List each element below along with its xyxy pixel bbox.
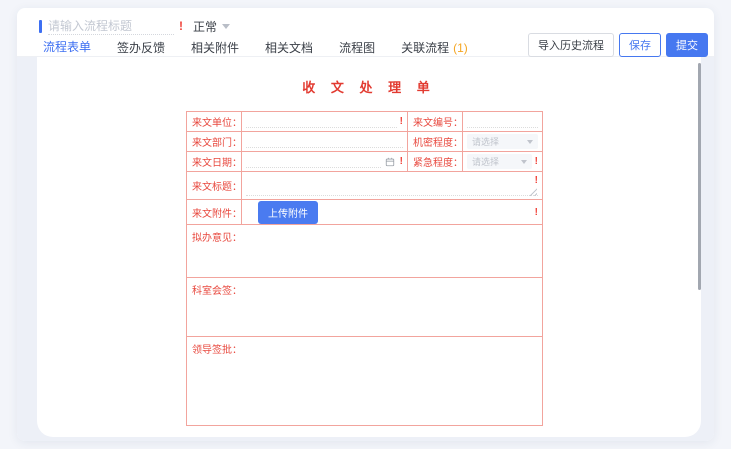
doc-number-input[interactable] (467, 112, 538, 131)
label-office-countersign: 科室会签： (192, 286, 242, 297)
select-placeholder: 请选择 (472, 135, 499, 148)
source-unit-input[interactable]: ! (246, 112, 403, 131)
resize-handle-icon[interactable] (529, 188, 537, 196)
input-underline (246, 195, 538, 196)
import-history-button[interactable]: 导入历史流程 (528, 33, 614, 57)
calendar-icon[interactable] (385, 157, 395, 167)
label-proposed-opinion: 拟办意见： (192, 233, 242, 244)
label-leader-approval: 领导签批： (192, 345, 242, 356)
flow-title-input[interactable] (48, 17, 174, 35)
tab-label: 签办反馈 (117, 39, 165, 56)
table-row: 来文单位： ! 来文编号： (187, 112, 543, 132)
required-mark: ! (535, 175, 538, 186)
doc-title-textarea[interactable]: ! (246, 172, 538, 199)
table-row: 来文日期： ! (187, 152, 543, 172)
select-placeholder: 请选择 (472, 155, 499, 168)
office-countersign-area: 科室会签： (187, 278, 543, 337)
tab-label: 相关附件 (191, 39, 239, 56)
form-title: 收 文 处 理 单 (37, 77, 701, 96)
proposed-opinion-area: 拟办意见： (187, 225, 543, 278)
tab-label: 流程图 (339, 39, 375, 56)
label-source-department: 来文部门： (187, 132, 242, 152)
input-underline (246, 115, 397, 128)
form-scroll-area: 收 文 处 理 单 来文单位： ! 来文编号： (17, 57, 714, 441)
table-row: 科室会签： (187, 278, 543, 337)
input-underline (467, 115, 538, 128)
document-form-table: 来文单位： ! 来文编号： 来文部门： (186, 111, 543, 426)
input-underline (246, 155, 381, 168)
tab-label: 流程表单 (43, 38, 91, 55)
tab-label: 相关文档 (265, 39, 313, 56)
tab-label: 关联流程 (401, 39, 449, 56)
leader-approval-area: 领导签批： (187, 337, 543, 426)
title-accent-bar (39, 20, 42, 33)
label-doc-date: 来文日期： (187, 152, 242, 172)
required-mark: ! (400, 156, 403, 167)
required-mark: ! (535, 207, 538, 218)
chevron-down-icon (222, 24, 230, 29)
workflow-card: ! 正常 流程表单 签办反馈 相关附件 相关文档 流程图 关联流程 (1) 导入… (17, 8, 714, 441)
required-mark: ! (400, 116, 403, 127)
save-button[interactable]: 保存 (619, 33, 661, 57)
status-value: 正常 (193, 18, 217, 35)
chevron-down-icon (527, 140, 533, 144)
form-panel: 收 文 处 理 单 来文单位： ! 来文编号： (37, 57, 701, 437)
status-select[interactable]: 正常 (193, 18, 230, 35)
label-urgency-level: 紧急程度： (408, 152, 463, 172)
doc-date-input[interactable]: ! (246, 152, 403, 171)
table-row: 来文附件： 上传附件 ! (187, 200, 543, 225)
label-doc-title: 来文标题： (187, 172, 242, 200)
table-row: 来文部门： 机密程度： 请选择 (187, 132, 543, 152)
table-row: 领导签批： (187, 337, 543, 426)
secrecy-level-select[interactable]: 请选择 (467, 134, 538, 149)
label-doc-number: 来文编号： (408, 112, 463, 132)
label-doc-attachment: 来文附件： (187, 200, 242, 225)
chevron-down-icon (521, 160, 527, 164)
required-mark: ! (535, 156, 538, 167)
table-row: 拟办意见： (187, 225, 543, 278)
submit-button[interactable]: 提交 (666, 33, 708, 57)
label-source-unit: 来文单位： (187, 112, 242, 132)
upload-attachment-button[interactable]: 上传附件 (258, 201, 318, 224)
label-secrecy-level: 机密程度： (408, 132, 463, 152)
input-underline (246, 135, 403, 148)
flow-title-row: ! 正常 (39, 16, 230, 36)
linked-flows-count-badge: (1) (453, 41, 468, 55)
urgency-level-select[interactable]: 请选择 (467, 154, 532, 169)
title-required-mark: ! (179, 19, 183, 33)
table-row: 来文标题： ! (187, 172, 543, 200)
vertical-scrollbar-thumb[interactable] (698, 63, 701, 290)
source-department-input[interactable] (246, 132, 403, 151)
toolbar: 导入历史流程 保存 提交 (528, 33, 708, 57)
